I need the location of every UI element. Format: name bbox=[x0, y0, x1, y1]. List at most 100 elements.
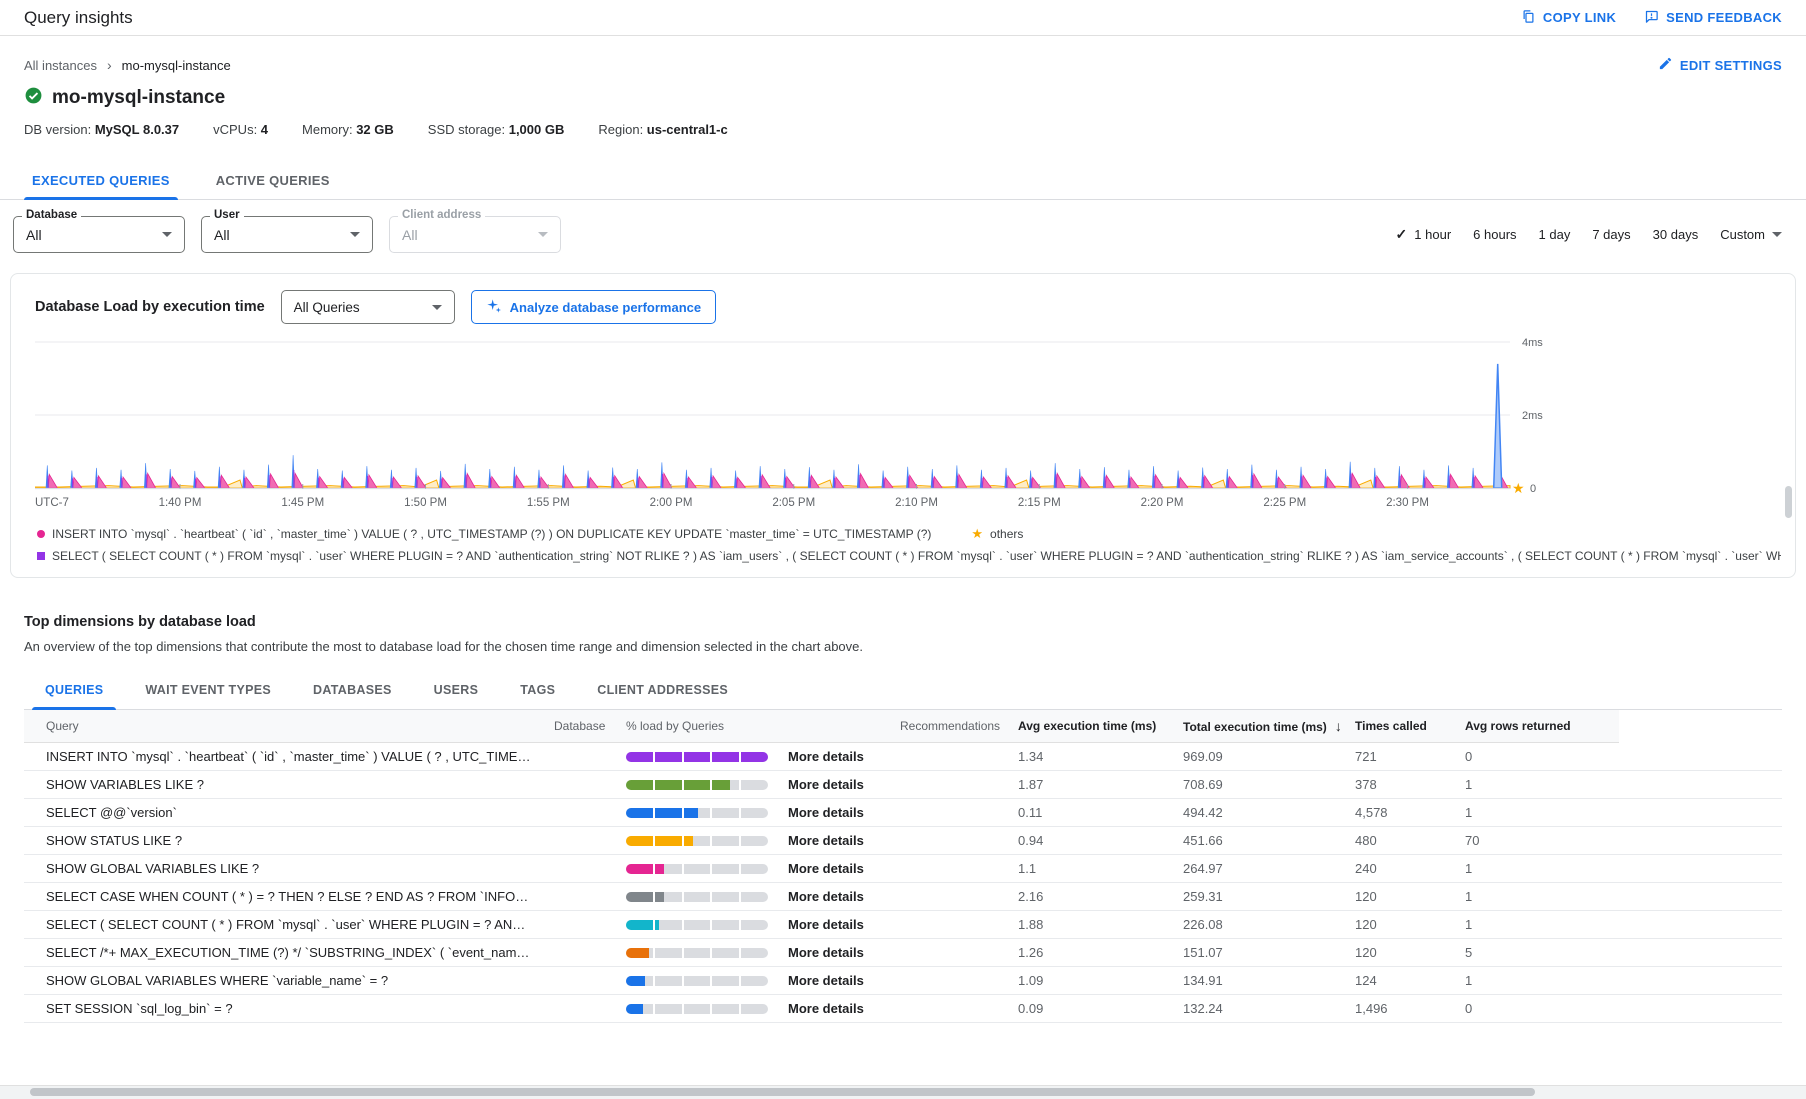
more-details-link[interactable]: More details bbox=[788, 861, 864, 876]
more-details-cell: More details bbox=[778, 967, 890, 995]
time-range-label: 30 days bbox=[1653, 227, 1699, 242]
time-range-label: 6 hours bbox=[1473, 227, 1516, 242]
column-header-avg-execution-time-ms-[interactable]: Avg execution time (ms) bbox=[1008, 710, 1173, 743]
dim-tab-tags[interactable]: TAGS bbox=[499, 670, 576, 709]
database-load-chart[interactable]: UTC-71:40 PM1:45 PM1:50 PM1:55 PM2:00 PM… bbox=[35, 324, 1781, 519]
dim-tab-users[interactable]: USERS bbox=[413, 670, 500, 709]
table-row: SHOW GLOBAL VARIABLES WHERE `variable_na… bbox=[24, 967, 1782, 995]
breadcrumb-all-instances[interactable]: All instances bbox=[24, 58, 97, 73]
more-details-link[interactable]: More details bbox=[788, 833, 864, 848]
row-padding-cell bbox=[1619, 967, 1783, 995]
time-range-custom[interactable]: Custom bbox=[1720, 227, 1782, 242]
filter-value: All bbox=[214, 227, 230, 243]
meta-label: Memory: bbox=[302, 122, 356, 137]
chart-title: Database Load by execution time bbox=[35, 299, 265, 315]
column-header-total-execution-time-ms-[interactable]: Total execution time (ms)↓ bbox=[1173, 710, 1345, 743]
check-icon: ✓ bbox=[1396, 226, 1408, 243]
svg-text:1:45 PM: 1:45 PM bbox=[281, 497, 324, 509]
instance-meta-item: Memory: 32 GB bbox=[302, 122, 394, 137]
load-percentage-bar bbox=[626, 920, 768, 930]
load-bar-fill bbox=[655, 780, 682, 790]
instance-meta-item: SSD storage: 1,000 GB bbox=[428, 122, 565, 137]
meta-value: 4 bbox=[261, 122, 268, 137]
load-bar-fill bbox=[626, 780, 653, 790]
status-healthy-icon bbox=[24, 86, 43, 110]
meta-value: 32 GB bbox=[356, 122, 394, 137]
horizontal-scrollbar-thumb[interactable] bbox=[30, 1088, 1535, 1096]
send-feedback-button[interactable]: SEND FEEDBACK bbox=[1644, 9, 1782, 27]
database-cell bbox=[544, 827, 616, 855]
load-percentage-bar bbox=[626, 864, 768, 874]
load-percentage-bar bbox=[626, 808, 768, 818]
filter-user-select[interactable]: UserAll bbox=[201, 216, 373, 253]
svg-text:2:25 PM: 2:25 PM bbox=[1263, 497, 1306, 509]
load-bar-segment bbox=[655, 752, 682, 762]
dimensions-title: Top dimensions by database load bbox=[24, 614, 1782, 630]
database-cell bbox=[544, 743, 616, 771]
load-bar-segment bbox=[684, 1004, 711, 1014]
load-bar-segment bbox=[712, 976, 739, 986]
more-details-cell: More details bbox=[778, 855, 890, 883]
time-range-7-days[interactable]: 7 days bbox=[1592, 227, 1630, 242]
load-bar-fill bbox=[655, 920, 659, 930]
table-row: SHOW VARIABLES LIKE ?More details1.87708… bbox=[24, 771, 1782, 799]
load-bar-segment bbox=[712, 836, 739, 846]
more-details-link[interactable]: More details bbox=[788, 749, 864, 764]
more-details-cell: More details bbox=[778, 771, 890, 799]
row-padding-cell bbox=[1619, 883, 1783, 911]
total-execution-time-cell: 226.08 bbox=[1173, 911, 1345, 939]
recommendations-cell bbox=[890, 827, 1008, 855]
copy-link-button[interactable]: COPY LINK bbox=[1521, 9, 1616, 27]
tab-executed-queries[interactable]: EXECUTED QUERIES bbox=[14, 161, 188, 199]
time-range-30-days[interactable]: 30 days bbox=[1653, 227, 1699, 242]
time-range-label: 1 hour bbox=[1414, 227, 1451, 242]
row-padding-cell bbox=[1619, 799, 1783, 827]
column-header-avg-rows-returned[interactable]: Avg rows returned bbox=[1455, 710, 1619, 743]
svg-text:UTC-7: UTC-7 bbox=[35, 497, 69, 509]
dim-tab-queries[interactable]: QUERIES bbox=[24, 670, 124, 709]
more-details-link[interactable]: More details bbox=[788, 805, 864, 820]
more-details-link[interactable]: More details bbox=[788, 945, 864, 960]
time-range-6-hours[interactable]: 6 hours bbox=[1473, 227, 1516, 242]
load-bar-segment bbox=[626, 976, 653, 986]
query-filter-select[interactable]: All Queries bbox=[281, 290, 455, 324]
load-bar-segment bbox=[626, 836, 653, 846]
tab-active-queries[interactable]: ACTIVE QUERIES bbox=[198, 161, 348, 199]
database-cell bbox=[544, 855, 616, 883]
avg-rows-returned-cell: 1 bbox=[1455, 799, 1619, 827]
avg-execution-time-cell: 0.94 bbox=[1008, 827, 1173, 855]
total-execution-time-cell: 134.91 bbox=[1173, 967, 1345, 995]
load-bar-fill bbox=[655, 752, 682, 762]
load-bar-segment bbox=[626, 1004, 653, 1014]
load-bar-segment bbox=[626, 864, 653, 874]
more-details-cell: More details bbox=[778, 799, 890, 827]
column-header-times-called[interactable]: Times called bbox=[1345, 710, 1455, 743]
load-bar-fill bbox=[712, 752, 739, 762]
dim-tab-databases[interactable]: DATABASES bbox=[292, 670, 413, 709]
load-bar-fill bbox=[684, 780, 711, 790]
time-range-1-hour[interactable]: ✓ 1 hour bbox=[1396, 226, 1452, 243]
filter-selects: DatabaseAllUserAllClient addressAll bbox=[13, 216, 561, 253]
time-range-1-day[interactable]: 1 day bbox=[1539, 227, 1571, 242]
more-details-link[interactable]: More details bbox=[788, 777, 864, 792]
more-details-link[interactable]: More details bbox=[788, 917, 864, 932]
avg-execution-time-cell: 1.87 bbox=[1008, 771, 1173, 799]
load-bar-segment bbox=[655, 892, 682, 902]
vertical-scrollbar-thumb[interactable] bbox=[1785, 486, 1792, 518]
analyze-database-performance-button[interactable]: Analyze database performance bbox=[471, 290, 716, 324]
edit-settings-button[interactable]: EDIT SETTINGS bbox=[1658, 56, 1782, 74]
more-details-link[interactable]: More details bbox=[788, 889, 864, 904]
query-cell: SELECT ( SELECT COUNT ( * ) FROM `mysql`… bbox=[24, 911, 544, 939]
query-filter-value: All Queries bbox=[294, 300, 360, 315]
avg-rows-returned-cell: 0 bbox=[1455, 743, 1619, 771]
query-cell: SELECT CASE WHEN COUNT ( * ) = ? THEN ? … bbox=[24, 883, 544, 911]
filter-database-select[interactable]: DatabaseAll bbox=[13, 216, 185, 253]
svg-text:1:55 PM: 1:55 PM bbox=[527, 497, 570, 509]
more-details-link[interactable]: More details bbox=[788, 1001, 864, 1016]
dim-tab-wait-event-types[interactable]: WAIT EVENT TYPES bbox=[124, 670, 292, 709]
dim-tab-client-addresses[interactable]: CLIENT ADDRESSES bbox=[576, 670, 749, 709]
breadcrumb: All instances › mo-mysql-instance bbox=[24, 57, 231, 73]
load-bar-segment bbox=[626, 948, 653, 958]
more-details-link[interactable]: More details bbox=[788, 973, 864, 988]
chevron-down-icon bbox=[350, 232, 360, 237]
